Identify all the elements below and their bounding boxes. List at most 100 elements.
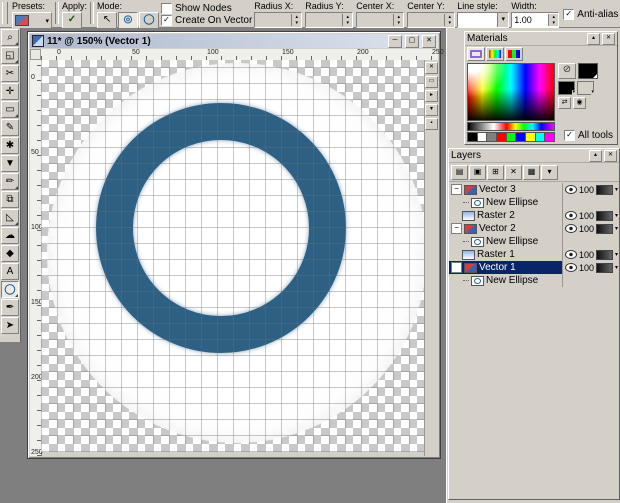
apply-button[interactable]: ✓: [62, 12, 82, 29]
color-swatch[interactable]: [467, 132, 478, 142]
field-input-1[interactable]: ▴ ▾: [305, 12, 354, 28]
antialias-checkbox[interactable]: ✓ Anti-alias: [563, 9, 618, 20]
line-style-dropdown[interactable]: ▾: [457, 12, 510, 28]
mode-draw-circle-button[interactable]: ◎: [118, 12, 139, 29]
create-on-vector-checkbox[interactable]: ✓ Create On Vector: [161, 15, 252, 26]
opacity-slider[interactable]: [596, 262, 614, 273]
object-selector-tool[interactable]: ➤: [1, 317, 19, 334]
opacity-slider[interactable]: [596, 184, 614, 195]
freehand-selection-tool[interactable]: ✎: [1, 119, 19, 136]
hue-saturation-map[interactable]: [467, 63, 555, 121]
rollup-icon[interactable]: ▴: [587, 32, 600, 45]
all-tools-checkbox[interactable]: ✓ All tools: [563, 130, 613, 141]
rollup-icon[interactable]: ▴: [589, 149, 602, 162]
flood-fill-tool[interactable]: ◆: [1, 245, 19, 262]
new-layer-group-button[interactable]: ⊞: [487, 165, 504, 180]
color-swatch[interactable]: [545, 132, 556, 142]
close-icon[interactable]: ✕: [602, 32, 615, 45]
color-swatch[interactable]: [487, 132, 498, 142]
text-tool[interactable]: A: [1, 263, 19, 280]
background-style-box[interactable]: ▾: [577, 81, 594, 95]
opacity-spinner-icon[interactable]: ▾: [615, 264, 618, 271]
new-vector-layer-button[interactable]: ▣: [469, 165, 486, 180]
layer-options-button[interactable]: ▾: [541, 165, 558, 180]
width-spinner[interactable]: ▴ ▾: [548, 14, 559, 26]
field-spinner[interactable]: ▴ ▾: [444, 14, 455, 26]
edit-selection-button[interactable]: ▦: [523, 165, 540, 180]
field-spinner[interactable]: ▴ ▾: [291, 14, 302, 26]
layer-name-cell[interactable]: − Vector 2: [449, 222, 562, 235]
new-raster-layer-button[interactable]: ▤: [451, 165, 468, 180]
paintbrush-tool[interactable]: ✏: [1, 173, 19, 190]
mode-edit-button[interactable]: ↖: [97, 12, 118, 29]
tab-rainbow[interactable]: [486, 47, 504, 61]
foreground-color-swatch[interactable]: [578, 63, 598, 79]
expand-collapse-icon[interactable]: −: [451, 223, 462, 234]
magic-wand-tool[interactable]: ✱: [1, 137, 19, 154]
layers-header[interactable]: Layers ▴ ✕: [449, 149, 619, 163]
selection-tool[interactable]: ▭: [1, 101, 19, 118]
edge-misc-button[interactable]: ▪: [425, 118, 438, 130]
toolbar-grip[interactable]: [2, 2, 8, 24]
color-swatch[interactable]: [497, 132, 507, 142]
canvas-title-bar[interactable]: 11* @ 150% (Vector 1) ─ ▢ ✕: [30, 34, 438, 48]
width-input[interactable]: 1.00 ▴ ▾: [511, 12, 560, 28]
target-icon[interactable]: ◉: [573, 97, 586, 109]
pen-tool[interactable]: ✒: [1, 299, 19, 316]
edge-close-button[interactable]: ✕: [425, 62, 438, 74]
materials-header[interactable]: Materials ▴ ✕: [465, 32, 617, 46]
color-swatch[interactable]: [477, 132, 488, 142]
move-tool[interactable]: ✛: [1, 83, 19, 100]
opacity-slider[interactable]: [596, 210, 614, 221]
layer-row-new-ellipse[interactable]: New Ellipse: [449, 235, 619, 248]
layer-row-new-ellipse[interactable]: New Ellipse: [449, 196, 619, 209]
field-input-2[interactable]: ▴ ▾: [356, 12, 405, 28]
visibility-eye-icon[interactable]: [565, 263, 577, 272]
presets-dropdown[interactable]: ▾: [12, 12, 52, 29]
visibility-eye-icon[interactable]: [565, 250, 577, 259]
color-swatch[interactable]: [506, 132, 517, 142]
layer-name-cell[interactable]: New Ellipse: [449, 274, 562, 287]
hue-strip[interactable]: [467, 122, 555, 131]
visibility-eye-icon[interactable]: [565, 224, 577, 233]
visibility-eye-icon[interactable]: [565, 185, 577, 194]
layer-row-vector-1[interactable]: − Vector 1 100 ▾: [449, 261, 619, 274]
color-swatch[interactable]: [535, 132, 546, 142]
clone-brush-tool[interactable]: ⧉: [1, 191, 19, 208]
deform-tool[interactable]: ◱: [1, 47, 19, 64]
edge-expand-button[interactable]: ▸: [425, 90, 438, 102]
tab-swatches[interactable]: [505, 47, 523, 61]
edge-restore-button[interactable]: ▭: [425, 76, 438, 88]
layer-name-cell[interactable]: New Ellipse: [449, 235, 562, 248]
opacity-spinner-icon[interactable]: ▾: [615, 225, 618, 232]
field-input-0[interactable]: ▴ ▾: [254, 12, 303, 28]
minimize-button[interactable]: ─: [388, 34, 402, 48]
expand-collapse-icon[interactable]: −: [451, 184, 462, 195]
color-swatch[interactable]: [526, 132, 536, 142]
field-input-3[interactable]: ▴ ▾: [407, 12, 456, 28]
layer-name-cell[interactable]: − Vector 3: [449, 183, 562, 196]
layer-row-raster-1[interactable]: Raster 1 100 ▾: [449, 248, 619, 261]
opacity-slider[interactable]: [596, 223, 614, 234]
layer-row-raster-2[interactable]: Raster 2 100 ▾: [449, 209, 619, 222]
show-nodes-checkbox[interactable]: Show Nodes: [161, 3, 252, 14]
field-spinner[interactable]: ▴ ▾: [393, 14, 404, 26]
maximize-button[interactable]: ▢: [405, 34, 419, 48]
swap-colors-icon[interactable]: ⇄: [558, 97, 571, 109]
opacity-spinner-icon[interactable]: ▾: [615, 251, 618, 258]
mode-draw-ellipse-button[interactable]: ◯: [139, 12, 160, 29]
layer-row-vector-2[interactable]: − Vector 2 100 ▾: [449, 222, 619, 235]
opacity-spinner-icon[interactable]: ▾: [615, 212, 618, 219]
close-icon[interactable]: ✕: [604, 149, 617, 162]
dropper-tool[interactable]: ▼: [1, 155, 19, 172]
delete-layer-button[interactable]: ✕: [505, 165, 522, 180]
layer-name-cell[interactable]: New Ellipse: [449, 196, 562, 209]
crop-tool[interactable]: ✂: [1, 65, 19, 82]
color-swatch[interactable]: [516, 132, 527, 142]
layer-row-new-ellipse[interactable]: New Ellipse: [449, 274, 619, 287]
field-spinner[interactable]: ▴ ▾: [342, 14, 353, 26]
tab-frame[interactable]: [467, 47, 485, 61]
opacity-spinner-icon[interactable]: ▾: [615, 186, 618, 193]
layer-name-cell[interactable]: Raster 2: [449, 209, 562, 222]
close-button[interactable]: ✕: [422, 34, 436, 48]
